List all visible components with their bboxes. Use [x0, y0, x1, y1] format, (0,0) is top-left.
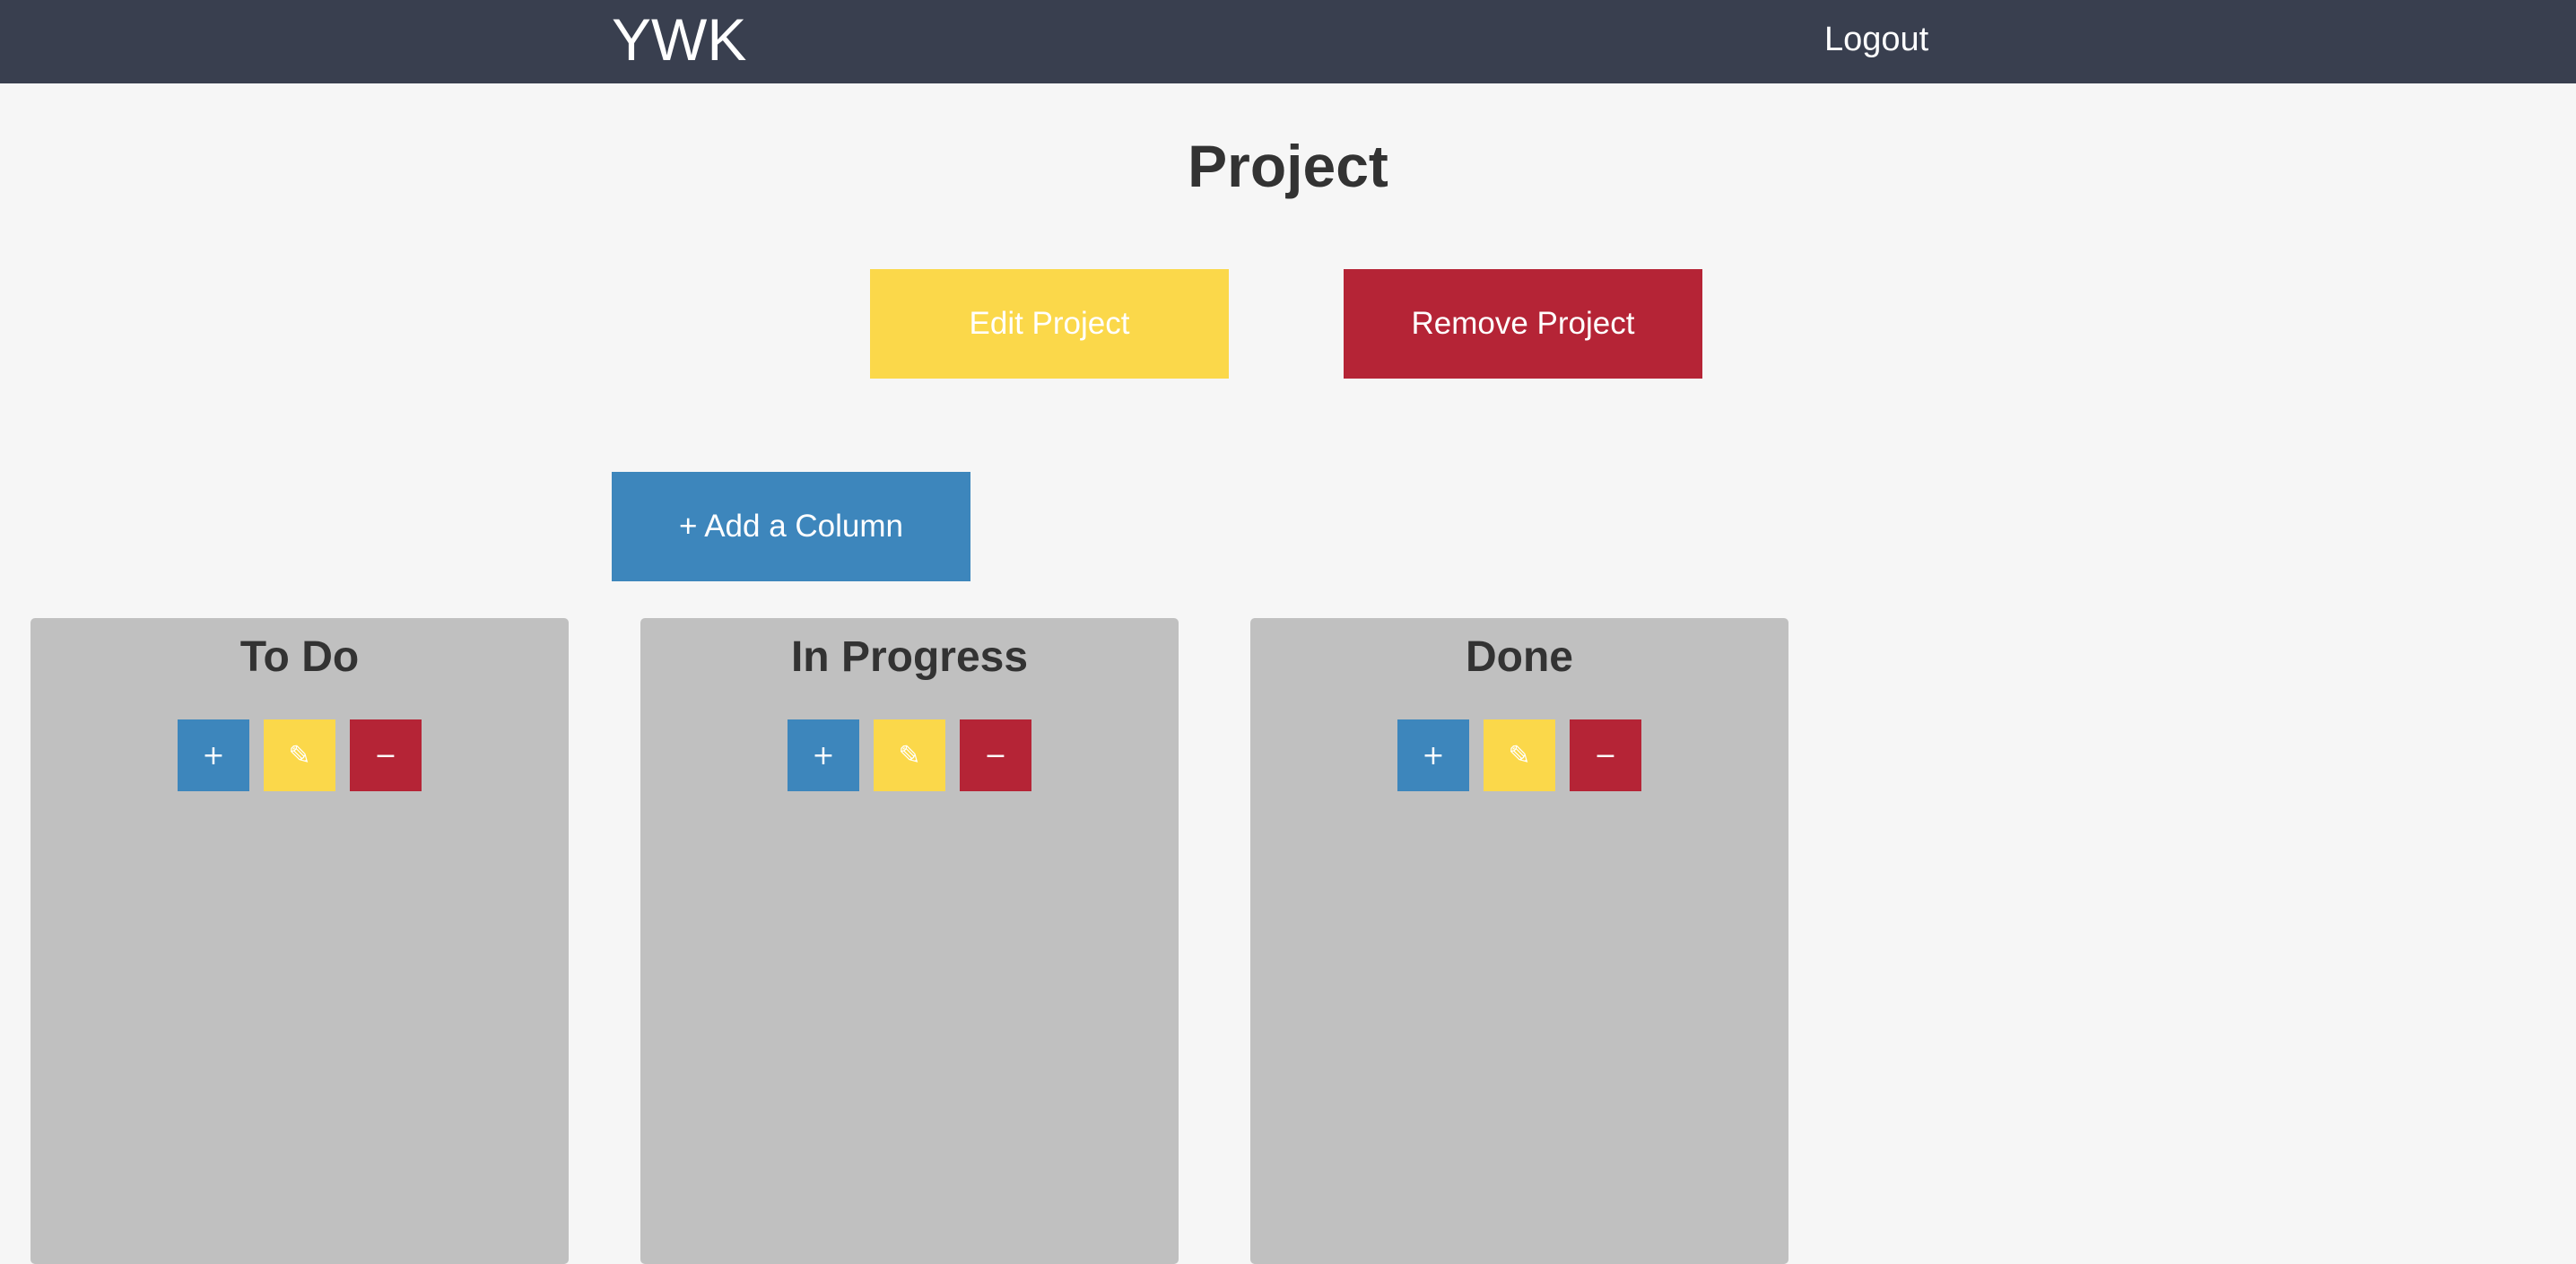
- minus-icon: −: [1594, 739, 1617, 771]
- pencil-icon: ✎: [288, 739, 311, 771]
- add-task-button[interactable]: +: [178, 719, 249, 791]
- logout-link[interactable]: Logout: [1824, 0, 1928, 79]
- column-actions: + ✎ −: [1250, 719, 1788, 791]
- navbar: YWK Logout: [0, 0, 2576, 83]
- minus-icon: −: [374, 739, 397, 771]
- remove-column-button[interactable]: −: [350, 719, 422, 791]
- brand-logo[interactable]: YWK: [612, 0, 746, 79]
- plus-icon: +: [202, 739, 225, 771]
- edit-column-button[interactable]: ✎: [1484, 719, 1555, 791]
- column-title: In Progress: [790, 633, 1029, 681]
- plus-icon: +: [812, 739, 835, 771]
- pencil-icon: ✎: [1508, 739, 1531, 771]
- pencil-icon: ✎: [898, 739, 921, 771]
- remove-column-button[interactable]: −: [1570, 719, 1641, 791]
- column-in-progress: In Progress + ✎ −: [640, 618, 1179, 1264]
- edit-project-button[interactable]: Edit Project: [870, 269, 1229, 379]
- column-done: Done + ✎ −: [1250, 618, 1788, 1264]
- edit-column-button[interactable]: ✎: [874, 719, 945, 791]
- add-task-button[interactable]: +: [788, 719, 859, 791]
- column-to-do: To Do + ✎ −: [30, 618, 569, 1264]
- plus-icon: +: [1422, 739, 1445, 771]
- column-title: Done: [1466, 633, 1573, 681]
- remove-project-button[interactable]: Remove Project: [1344, 269, 1702, 379]
- column-title: To Do: [239, 633, 360, 681]
- column-actions: + ✎ −: [30, 719, 569, 791]
- remove-column-button[interactable]: −: [960, 719, 1031, 791]
- column-actions: + ✎ −: [640, 719, 1179, 791]
- add-column-button[interactable]: + Add a Column: [612, 472, 970, 581]
- page-title: Project: [1188, 133, 1388, 199]
- minus-icon: −: [984, 739, 1007, 771]
- edit-column-button[interactable]: ✎: [264, 719, 335, 791]
- add-task-button[interactable]: +: [1397, 719, 1469, 791]
